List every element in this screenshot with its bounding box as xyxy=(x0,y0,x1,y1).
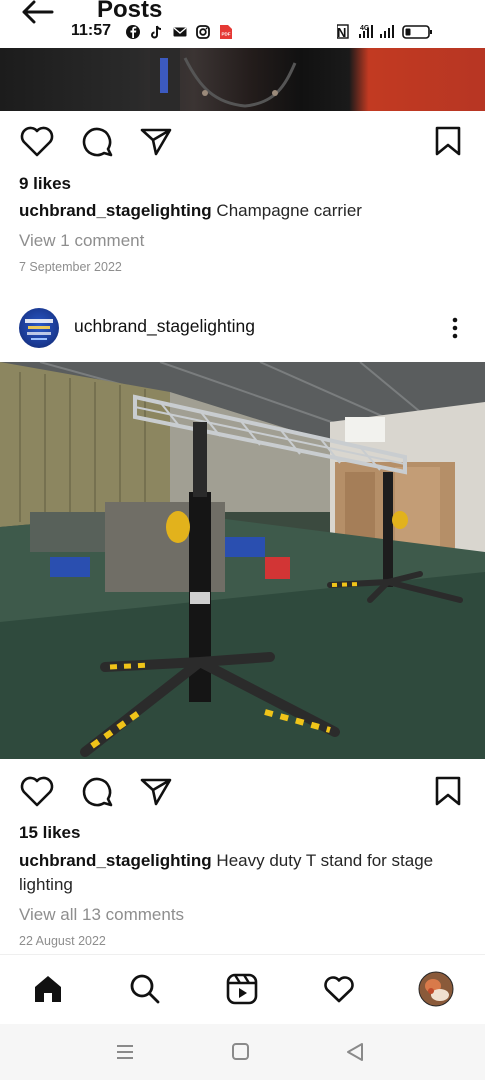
post-username[interactable]: uchbrand_stagelighting xyxy=(74,316,255,337)
menu-icon[interactable] xyxy=(110,1038,140,1066)
back-triangle-icon[interactable] xyxy=(340,1038,370,1066)
caption: uchbrand_stagelighting Heavy duty T stan… xyxy=(19,849,433,873)
page-title: Posts xyxy=(97,0,163,23)
facebook-icon xyxy=(126,25,140,39)
tiktok-icon xyxy=(151,25,162,39)
top-app-bar: Posts 11:57 PDF N 4G xyxy=(0,0,485,48)
share-icon[interactable] xyxy=(136,771,176,811)
home-icon[interactable] xyxy=(28,969,68,1009)
post-date: 22 August 2022 xyxy=(19,934,106,948)
save-bookmark-icon[interactable] xyxy=(428,771,468,811)
view-comments-link[interactable]: View 1 comment xyxy=(19,231,144,251)
status-icons: N 4G xyxy=(337,24,432,40)
reels-icon[interactable] xyxy=(222,969,262,1009)
view-comments-link[interactable]: View all 13 comments xyxy=(19,905,184,925)
post-image[interactable] xyxy=(0,48,485,111)
home-square-icon[interactable] xyxy=(225,1038,255,1066)
mail-icon xyxy=(173,27,187,37)
like-heart-icon[interactable] xyxy=(17,771,57,811)
comment-icon[interactable] xyxy=(77,771,117,811)
more-options-icon[interactable] xyxy=(446,314,464,342)
caption-username[interactable]: uchbrand_stagelighting xyxy=(19,201,212,220)
likes-count[interactable]: 9 likes xyxy=(19,174,71,194)
like-heart-icon[interactable] xyxy=(17,121,57,161)
caption-text: Champagne carrier xyxy=(216,201,362,220)
caption-text: Heavy duty T stand for stage xyxy=(216,851,434,870)
post-date: 7 September 2022 xyxy=(19,260,122,274)
likes-count[interactable]: 15 likes xyxy=(19,823,80,843)
share-icon[interactable] xyxy=(136,121,176,161)
caption-username[interactable]: uchbrand_stagelighting xyxy=(19,851,212,870)
caption-text-continued: lighting xyxy=(19,875,73,894)
post-image[interactable] xyxy=(0,362,485,759)
instagram-icon xyxy=(196,25,210,39)
profile-avatar[interactable] xyxy=(416,969,456,1009)
back-arrow-icon[interactable] xyxy=(18,0,58,26)
save-bookmark-icon[interactable] xyxy=(428,121,468,161)
comment-icon[interactable] xyxy=(77,121,117,161)
avatar[interactable] xyxy=(19,308,59,348)
bottom-navigation xyxy=(0,954,485,1025)
caption: uchbrand_stagelighting Champagne carrier xyxy=(19,199,362,223)
heart-icon[interactable] xyxy=(319,969,359,1009)
search-icon[interactable] xyxy=(125,969,165,1009)
status-time: 11:57 xyxy=(71,22,112,39)
pdf-icon: PDF xyxy=(220,25,232,39)
system-navigation-bar xyxy=(0,1024,485,1080)
svg-text:PDF: PDF xyxy=(222,32,231,37)
